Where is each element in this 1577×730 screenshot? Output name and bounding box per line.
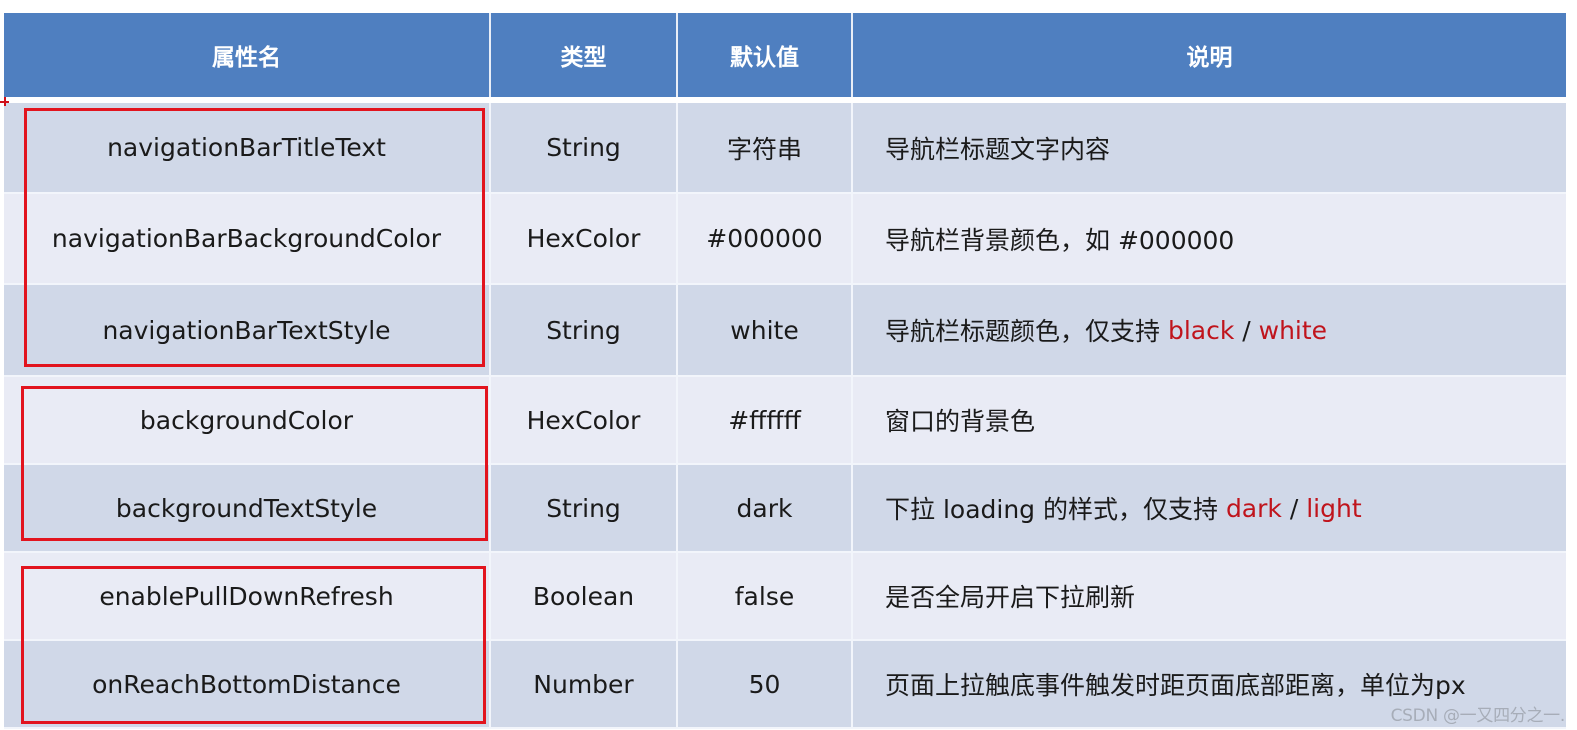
property-default: 字符串 [678, 103, 853, 192]
table-row: backgroundTextStyle String dark 下拉 loadi… [4, 465, 1566, 553]
properties-table: 属性名 类型 默认值 说明 navigationBarTitleText Str… [4, 13, 1566, 729]
property-name: backgroundTextStyle [4, 465, 491, 551]
property-description: 导航栏标题文字内容 [885, 134, 1111, 164]
description-text: 导航栏标题颜色，仅支持 [885, 317, 1168, 346]
property-default: dark [678, 465, 853, 551]
property-description: 下拉 loading 的样式，仅支持 dark / light [853, 465, 1566, 551]
description-text: 下拉 loading 的样式，仅支持 [885, 495, 1226, 524]
property-name: navigationBarBackgroundColor [4, 194, 491, 283]
property-name: enablePullDownRefresh [4, 553, 491, 639]
header-property-name: 属性名 [4, 13, 491, 97]
option-value: dark [1225, 493, 1282, 523]
table-row: backgroundColor HexColor #ffffff 窗口的背景色 [4, 377, 1566, 465]
property-type: Boolean [491, 553, 678, 639]
option-value: light [1306, 493, 1362, 523]
property-type: String [491, 103, 678, 192]
property-default: 50 [678, 641, 853, 727]
property-name: onReachBottomDistance [4, 641, 491, 727]
property-name: navigationBarTextStyle [4, 285, 491, 375]
crosshair-cursor-icon [0, 97, 9, 106]
header-type: 类型 [491, 13, 678, 97]
option-separator: / [1234, 315, 1259, 345]
property-type: HexColor [491, 377, 678, 463]
property-type: String [491, 285, 678, 375]
property-description: 导航栏标题颜色，仅支持 black / white [853, 285, 1566, 375]
option-value: black [1167, 315, 1235, 345]
header-description: 说明 [1186, 45, 1233, 71]
header-default-value: 默认值 [678, 13, 853, 97]
table-row: navigationBarTextStyle String white 导航栏标… [4, 285, 1566, 377]
option-value: white [1258, 315, 1328, 345]
property-name: navigationBarTitleText [4, 103, 491, 192]
property-default: white [678, 285, 853, 375]
property-default: false [678, 553, 853, 639]
table-header-row: 属性名 类型 默认值 说明 [4, 13, 1566, 97]
property-description: 是否全局开启下拉刷新 [885, 583, 1136, 612]
property-default: #ffffff [678, 377, 853, 463]
property-description: 导航栏背景颜色，如 #000000 [885, 225, 1235, 255]
property-type: String [491, 465, 678, 551]
table-row: onReachBottomDistance Number 50 页面上拉触底事件… [4, 641, 1566, 729]
property-description: 窗口的背景色 [885, 407, 1036, 436]
table-row: enablePullDownRefresh Boolean false 是否全局… [4, 553, 1566, 641]
table-row: navigationBarTitleText String 字符串 导航栏标题文… [4, 103, 1566, 194]
watermark: CSDN @一又四分之一. [1390, 706, 1566, 726]
table-row: navigationBarBackgroundColor HexColor #0… [4, 194, 1566, 285]
property-type: HexColor [491, 194, 678, 283]
property-name: backgroundColor [4, 377, 491, 463]
property-type: Number [491, 641, 678, 727]
property-default: #000000 [678, 194, 853, 283]
option-separator: / [1281, 493, 1307, 523]
